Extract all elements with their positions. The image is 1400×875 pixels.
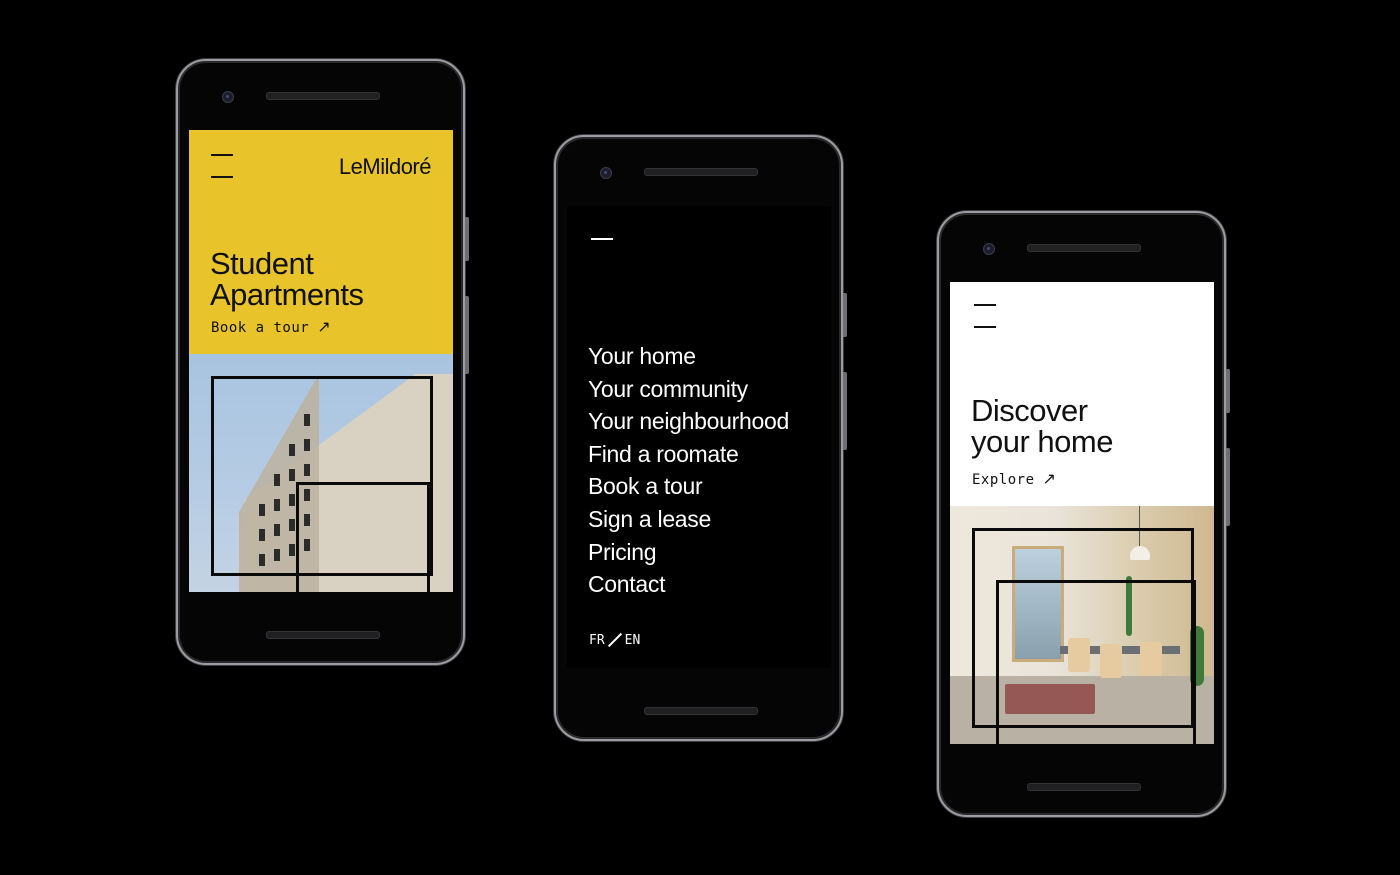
bottom-speaker	[1027, 783, 1141, 791]
hero-section: Discover your home Explore ↗	[950, 282, 1214, 506]
explore-link[interactable]: Explore ↗	[972, 469, 1056, 488]
nav-item-sign-lease[interactable]: Sign a lease	[588, 503, 789, 536]
earpiece-speaker	[1027, 244, 1141, 252]
screen-menu-black: Your home Your community Your neighbourh…	[567, 206, 831, 668]
cta-label: Explore	[972, 472, 1035, 488]
cta-label: Book a tour	[211, 320, 310, 336]
front-camera	[600, 167, 612, 179]
headline-line-1: Discover	[971, 393, 1088, 428]
volume-button	[465, 296, 469, 374]
volume-button	[843, 372, 847, 450]
screen-discover-white: Discover your home Explore ↗	[950, 282, 1214, 744]
building-photo	[189, 354, 453, 592]
frame-outline-small	[996, 580, 1196, 744]
lang-fr-link[interactable]: FR	[589, 633, 605, 648]
nav-item-contact[interactable]: Contact	[588, 568, 789, 601]
earpiece-speaker	[266, 92, 380, 100]
hero-headline: Discover your home	[971, 395, 1113, 457]
arrow-up-right-icon: ↗	[317, 317, 332, 336]
main-navigation: Your home Your community Your neighbourh…	[588, 340, 789, 601]
menu-icon[interactable]	[974, 304, 996, 328]
hero-section: LeMildoré Student Apartments Book a tour…	[189, 130, 453, 354]
headline-line-1: Student	[210, 246, 314, 281]
earpiece-speaker	[644, 168, 758, 176]
volume-button	[1226, 448, 1230, 526]
nav-item-find-roomate[interactable]: Find a roomate	[588, 438, 789, 471]
hero-headline: Student Apartments	[210, 248, 364, 310]
phone-mockup-1: LeMildoré Student Apartments Book a tour…	[176, 59, 469, 665]
book-tour-link[interactable]: Book a tour ↗	[211, 317, 331, 336]
phone-mockup-3: Discover your home Explore ↗	[937, 211, 1230, 817]
nav-item-your-community[interactable]: Your community	[588, 373, 789, 406]
bottom-speaker	[266, 631, 380, 639]
frame-outline-small	[296, 482, 430, 592]
arrow-up-right-icon: ↗	[1042, 469, 1057, 488]
nav-item-pricing[interactable]: Pricing	[588, 536, 789, 569]
close-menu-icon[interactable]	[591, 238, 613, 240]
front-camera	[222, 91, 234, 103]
screen-home-yellow: LeMildoré Student Apartments Book a tour…	[189, 130, 453, 592]
slash-divider	[607, 632, 622, 648]
interior-photo	[950, 506, 1214, 744]
language-switcher: FR EN	[589, 631, 640, 649]
headline-line-2: Apartments	[210, 277, 364, 312]
lang-en-link[interactable]: EN	[625, 633, 641, 648]
brand-logo[interactable]: LeMildoré	[339, 154, 432, 180]
nav-item-your-neighbourhood[interactable]: Your neighbourhood	[588, 405, 789, 438]
phone-mockup-2: Your home Your community Your neighbourh…	[554, 135, 847, 741]
front-camera	[983, 243, 995, 255]
menu-icon[interactable]	[211, 154, 233, 178]
bottom-speaker	[644, 707, 758, 715]
nav-item-your-home[interactable]: Your home	[588, 340, 789, 373]
headline-line-2: your home	[971, 424, 1113, 459]
nav-item-book-tour[interactable]: Book a tour	[588, 470, 789, 503]
